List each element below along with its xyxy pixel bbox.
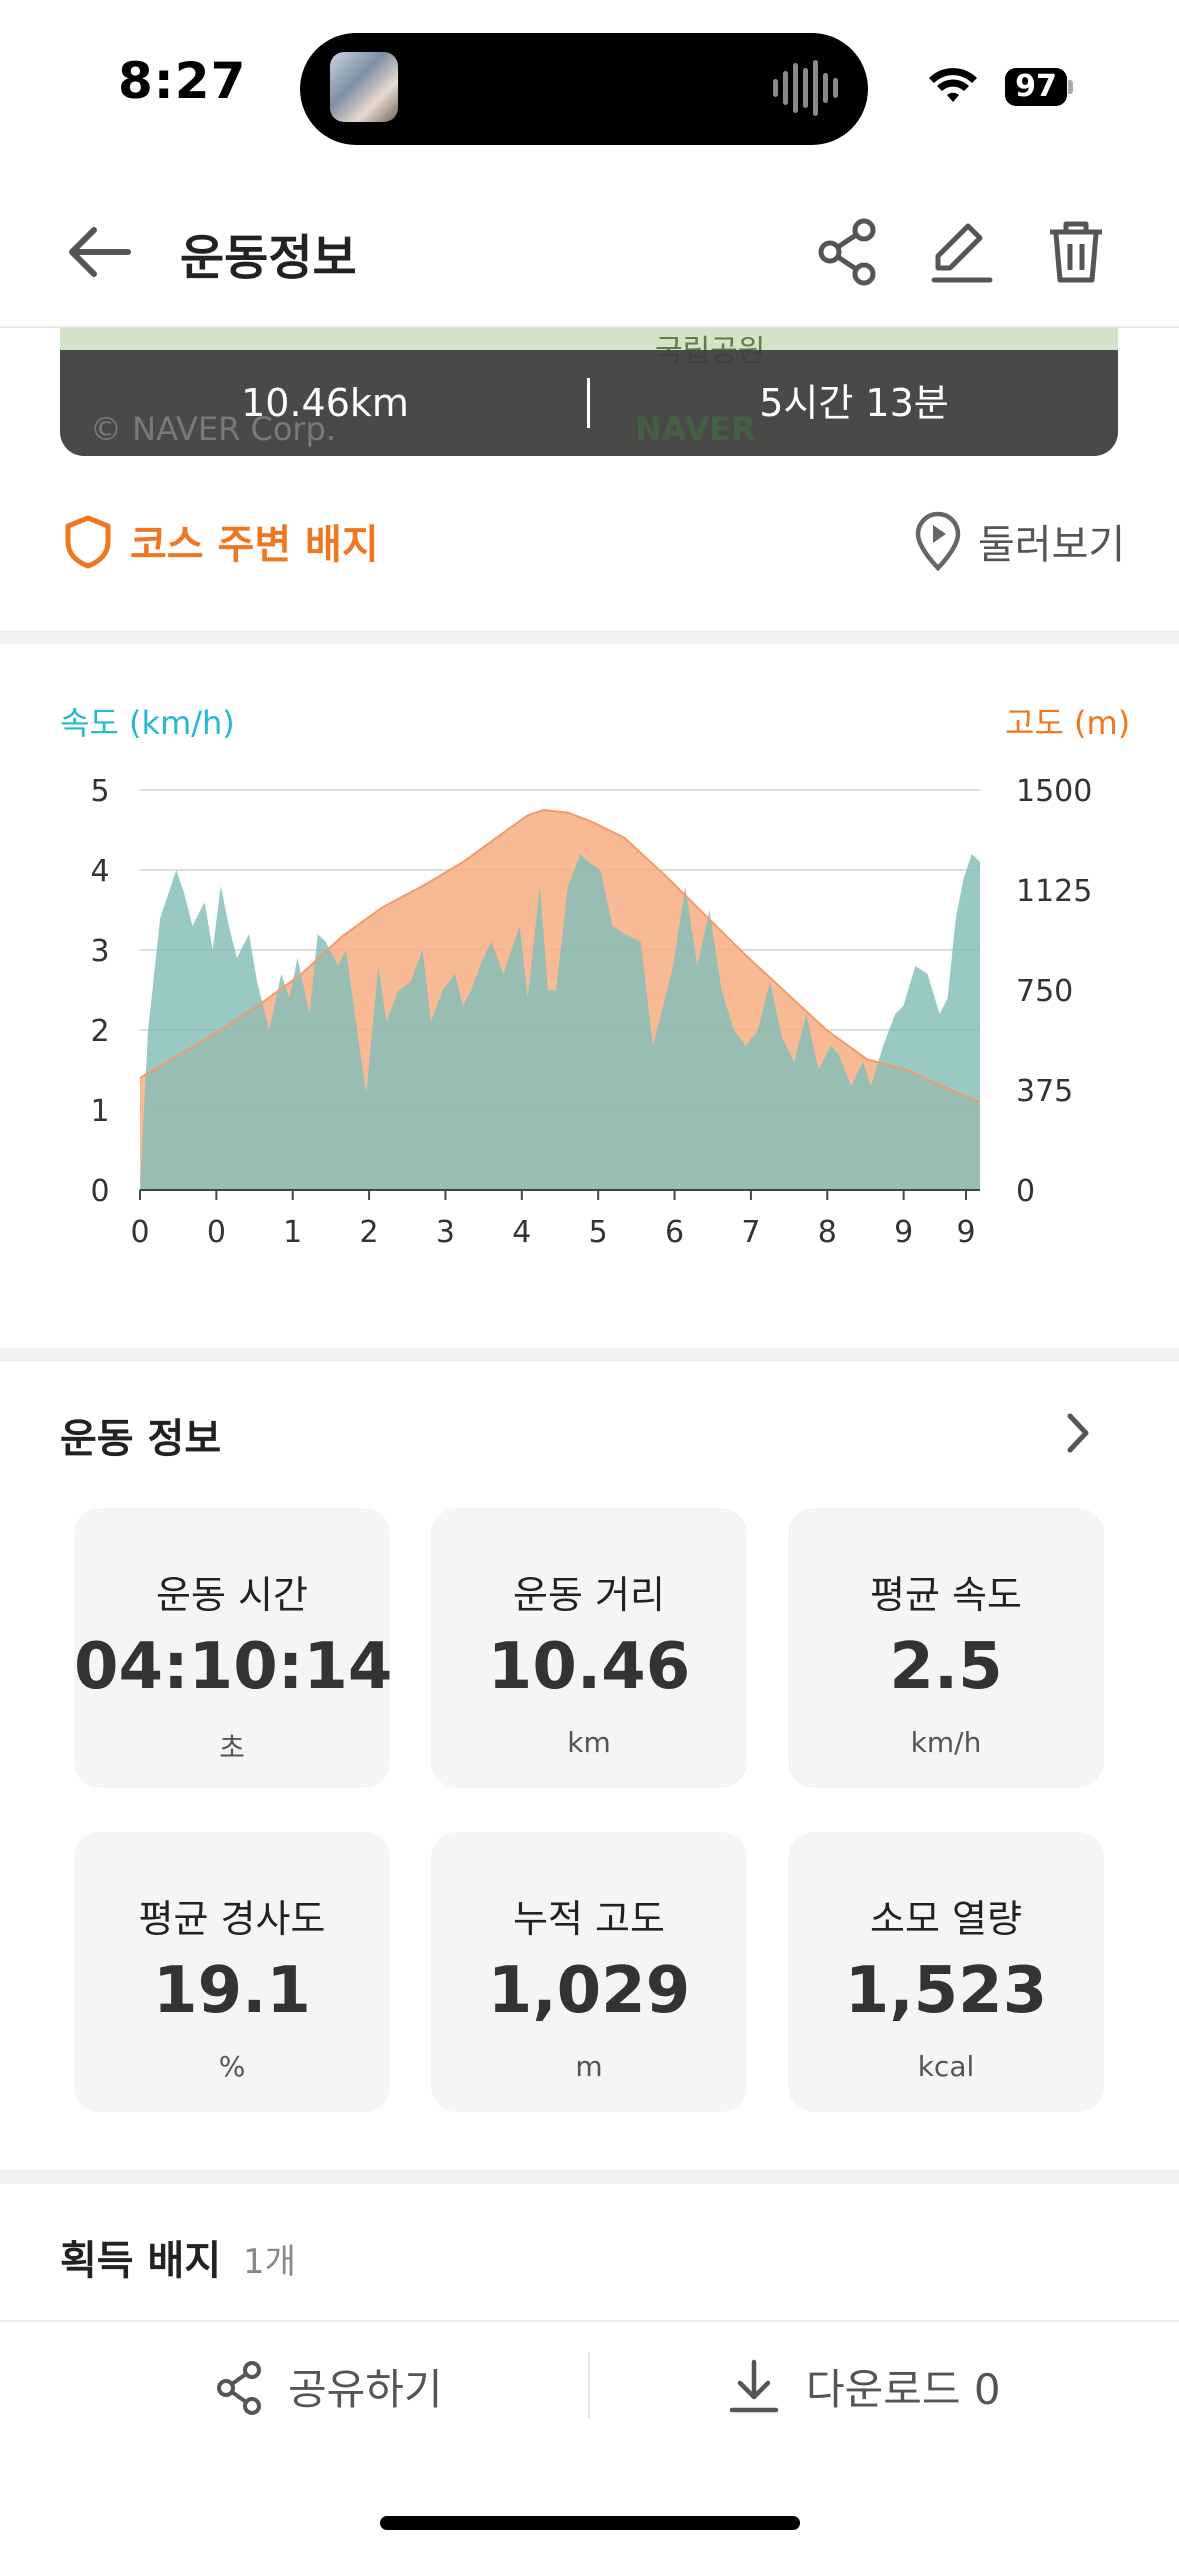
y-right-tick-label: 375	[1016, 1074, 1073, 1109]
y-left-tick-label: 0	[90, 1174, 109, 1209]
stat-unit: %	[218, 2050, 246, 2083]
stat-card-avg-slope: 평균 경사도 19.1 %	[74, 1832, 390, 2112]
share-icon[interactable]	[808, 212, 888, 292]
home-indicator	[380, 2516, 800, 2530]
stat-label: 평균 경사도	[138, 1897, 326, 1941]
workout-info-title: 운동 정보	[60, 1416, 222, 1462]
x-tick-label: 9	[956, 1215, 975, 1250]
stat-label: 소모 열량	[870, 1897, 1022, 1941]
wifi-icon	[929, 68, 977, 102]
x-tick-label: 3	[436, 1215, 455, 1250]
stat-value: 19.1	[153, 1954, 311, 2028]
chevron-right-icon[interactable]	[1058, 1408, 1098, 1458]
right-axis-label: 고도 (m)	[1005, 704, 1131, 742]
look-around-button[interactable]: 둘러보기	[978, 512, 1125, 570]
edit-icon[interactable]	[922, 212, 1002, 292]
stat-unit: kcal	[917, 2050, 975, 2083]
x-tick-label: 6	[665, 1215, 684, 1250]
map-distance: 10.46km	[241, 381, 409, 425]
course-badges-link[interactable]: 코스 주변 배지	[130, 512, 379, 570]
map-duration: 5시간 13분	[759, 381, 949, 425]
stat-label: 평균 속도	[870, 1573, 1022, 1617]
badge-shield-icon	[65, 515, 111, 569]
location-pin-icon	[915, 511, 961, 572]
x-tick-label: 0	[207, 1215, 226, 1250]
stat-label: 운동 시간	[156, 1573, 308, 1617]
share-icon	[217, 2361, 261, 2415]
x-tick-label: 2	[360, 1215, 379, 1250]
x-tick-label: 5	[589, 1215, 608, 1250]
y-left-tick-label: 2	[90, 1014, 109, 1049]
page-title: 운동정보	[180, 230, 357, 286]
stat-value: 1,029	[487, 1954, 691, 2028]
section-separator	[0, 2170, 1179, 2184]
stat-card-avg-speed: 평균 속도 2.5 km/h	[788, 1508, 1104, 1788]
x-tick-label: 7	[741, 1215, 760, 1250]
stat-card-elevation-gain: 누적 고도 1,029 m	[431, 1832, 747, 2112]
stat-card-distance: 운동 거리 10.46 km	[431, 1508, 747, 1788]
trash-icon[interactable]	[1036, 212, 1116, 292]
speed-elevation-chart[interactable]: 0123450375750112515000 0 1 2 3 4 5 6 7 8 9 9	[0, 740, 1179, 1270]
x-tick-label: 9	[894, 1215, 913, 1250]
share-button[interactable]: 공유하기	[288, 2356, 443, 2417]
now-playing-thumbnail[interactable]	[330, 52, 398, 122]
stat-unit: km	[567, 1726, 611, 1759]
stat-value: 10.46	[487, 1630, 691, 1704]
bottom-bar-divider	[0, 2320, 1179, 2322]
battery-tip	[1068, 80, 1073, 94]
status-time: 8:27	[118, 52, 247, 110]
y-left-tick-label: 5	[90, 774, 109, 809]
audio-wave-icon	[773, 58, 845, 118]
x-tick-label: 8	[818, 1215, 837, 1250]
bottom-bar-separator	[588, 2352, 590, 2418]
course-map[interactable]: 국립공원 © NAVER Corp. NAVER 10.46km 5시간 13분	[60, 328, 1118, 456]
stat-card-duration: 운동 시간 04:10:14 초	[74, 1508, 393, 1788]
battery-indicator: 97	[1005, 68, 1067, 106]
y-left-tick-label: 1	[90, 1094, 109, 1129]
section-separator	[0, 630, 1179, 644]
download-button[interactable]: 다운로드 0	[806, 2356, 1001, 2417]
back-arrow-icon[interactable]	[60, 212, 140, 292]
stat-label: 누적 고도	[513, 1897, 665, 1941]
stat-unit: m	[575, 2050, 603, 2083]
earned-badges-title: 획득 배지	[60, 2238, 222, 2284]
stat-value: 1,523	[844, 1954, 1048, 2028]
x-tick-label: 4	[512, 1215, 531, 1250]
download-icon	[729, 2359, 779, 2413]
y-right-tick-label: 1125	[1016, 874, 1092, 909]
stat-unit: km/h	[910, 1726, 982, 1759]
stat-value: 04:10:14	[74, 1630, 393, 1704]
stat-card-calories: 소모 열량 1,523 kcal	[788, 1832, 1104, 2112]
y-left-tick-label: 4	[90, 854, 109, 889]
stat-unit: 초	[219, 1731, 245, 1764]
stat-label: 운동 거리	[513, 1573, 665, 1617]
y-right-tick-label: 0	[1016, 1174, 1035, 1209]
x-tick-label: 0	[130, 1215, 149, 1250]
left-axis-label: 속도 (km/h)	[60, 704, 235, 742]
y-left-tick-label: 3	[90, 934, 109, 969]
earned-badges-count: 1개	[243, 2242, 296, 2282]
section-separator	[0, 1348, 1179, 1362]
y-right-tick-label: 750	[1016, 974, 1073, 1009]
x-tick-label: 1	[283, 1215, 302, 1250]
stat-value: 2.5	[889, 1630, 1003, 1704]
y-right-tick-label: 1500	[1016, 774, 1092, 809]
map-terrain	[60, 328, 1118, 350]
